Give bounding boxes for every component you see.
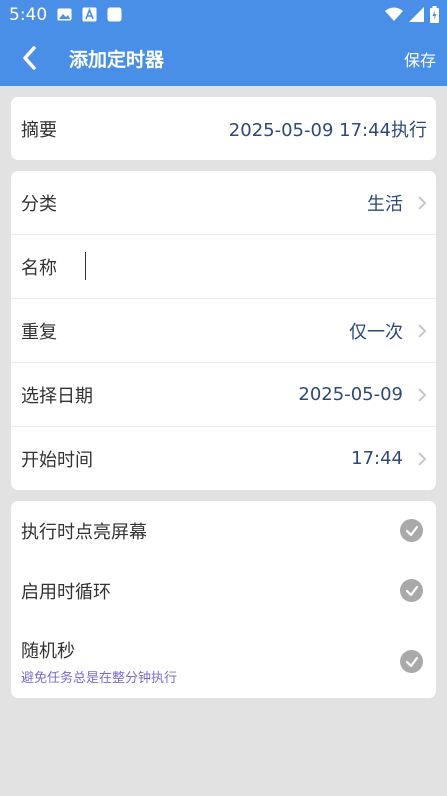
light-screen-checkbox[interactable]	[400, 519, 423, 542]
system-icons	[385, 6, 439, 27]
summary-label: 摘要	[21, 119, 57, 141]
app-bar: 添加定时器 保存	[0, 30, 447, 86]
start-time-label: 开始时间	[21, 449, 93, 471]
status-bar: 5:40	[0, 0, 447, 30]
image-icon	[57, 7, 72, 22]
summary-value: 2025-05-09 17:44执行	[228, 119, 427, 141]
status-time: 5:40	[9, 5, 48, 25]
page-title: 添加定时器	[69, 49, 165, 71]
save-button[interactable]: 保存	[404, 47, 436, 71]
check-icon	[405, 525, 418, 536]
name-input[interactable]	[85, 252, 86, 280]
repeat-label: 重复	[21, 321, 57, 343]
signal-icon	[409, 7, 424, 26]
wifi-icon	[385, 7, 403, 26]
random-seconds-label: 随机秒	[21, 641, 75, 662]
check-icon	[405, 585, 418, 596]
date-row[interactable]: 选择日期 2025-05-09	[11, 363, 436, 427]
category-row[interactable]: 分类 生活	[11, 171, 436, 235]
date-value: 2025-05-09	[298, 384, 403, 405]
chevron-right-icon	[418, 195, 427, 210]
loop-checkbox[interactable]	[400, 579, 423, 602]
chevron-right-icon	[418, 387, 427, 402]
category-value: 生活	[367, 193, 403, 215]
name-label: 名称	[21, 257, 57, 279]
random-seconds-hint: 避免任务总是在整分钟执行	[21, 671, 178, 686]
random-seconds-checkbox[interactable]	[400, 650, 423, 673]
back-button[interactable]	[14, 40, 44, 76]
light-screen-label: 执行时点亮屏幕	[21, 522, 147, 543]
random-seconds-row[interactable]: 随机秒 避免任务总是在整分钟执行	[11, 626, 436, 698]
notification-icons	[57, 7, 122, 22]
chevron-right-icon	[418, 451, 427, 466]
name-row: 名称	[11, 235, 436, 299]
font-icon	[82, 7, 97, 22]
summary-row: 摘要 2025-05-09 17:44执行	[11, 97, 436, 160]
light-screen-row[interactable]: 执行时点亮屏幕	[11, 501, 436, 561]
loop-row[interactable]: 启用时循环	[11, 561, 436, 621]
summary-card: 摘要 2025-05-09 17:44执行	[11, 97, 436, 160]
form-card: 分类 生活 名称 重复 仅一次 选择日期 2025-05-09 开始时间 17:…	[11, 171, 436, 490]
date-label: 选择日期	[21, 385, 93, 407]
options-card: 执行时点亮屏幕 启用时循环 随机秒 避免任务总是在整分钟执行	[11, 501, 436, 698]
repeat-value: 仅一次	[349, 321, 403, 343]
chevron-left-icon	[23, 46, 36, 70]
start-time-row[interactable]: 开始时间 17:44	[11, 427, 436, 490]
start-time-value: 17:44	[351, 448, 403, 469]
battery-icon	[430, 6, 439, 27]
category-label: 分类	[21, 193, 57, 215]
check-icon	[405, 656, 418, 667]
loop-label: 启用时循环	[21, 582, 111, 603]
repeat-row[interactable]: 重复 仅一次	[11, 299, 436, 363]
square-icon	[107, 7, 122, 22]
chevron-right-icon	[418, 323, 427, 338]
